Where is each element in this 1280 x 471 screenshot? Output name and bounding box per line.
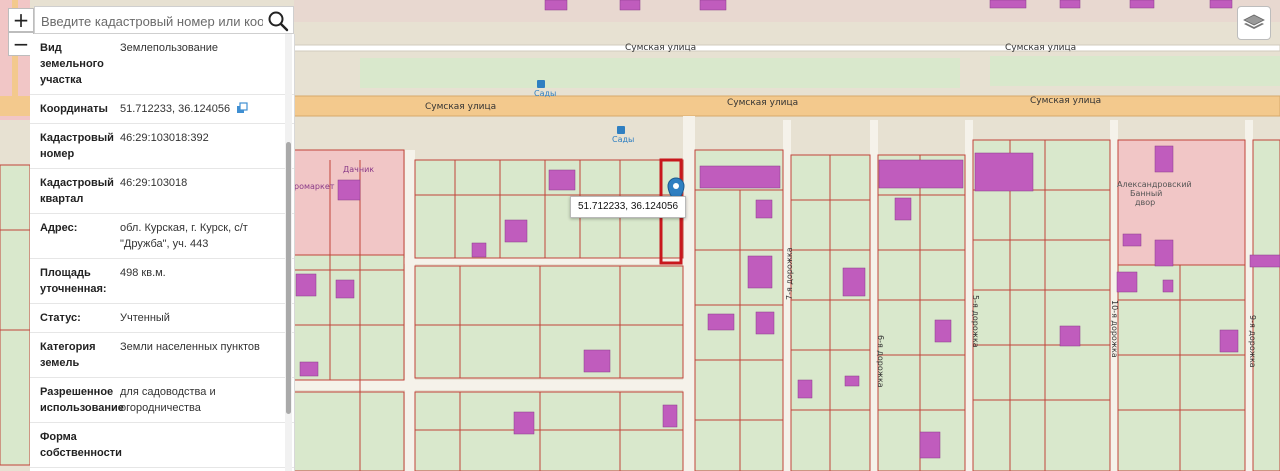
street-label: Сумская улица bbox=[425, 102, 496, 112]
info-row-permitted-use: Разрешенное использование для садоводств… bbox=[30, 378, 294, 423]
zoom-in-button[interactable]: + bbox=[8, 8, 34, 32]
lane-label: 5-я дорожка bbox=[971, 295, 980, 348]
layers-icon bbox=[1243, 14, 1265, 29]
info-row-cadastral-number: Кадастровый номер 46:29:103018:392 bbox=[30, 124, 294, 169]
poi-label: Сады bbox=[612, 135, 634, 144]
info-row-status: Статус: Учтенный bbox=[30, 304, 294, 333]
info-key: Адрес: bbox=[40, 222, 78, 234]
info-row-ownership: Форма собственности bbox=[30, 423, 294, 468]
poi-label: Дачник bbox=[343, 165, 374, 174]
lane-label: 6-я дорожка bbox=[876, 335, 885, 388]
info-value: Учтенный bbox=[120, 312, 170, 324]
poi-label: двор bbox=[1135, 198, 1155, 207]
info-row-cadastral-quarter: Кадастровый квартал 46:29:103018 bbox=[30, 169, 294, 214]
info-key: Разрешенное использование bbox=[40, 386, 124, 414]
info-key: Вид земельного участка bbox=[40, 42, 104, 86]
bus-stop-icon[interactable] bbox=[617, 126, 625, 134]
info-key: Категория земель bbox=[40, 341, 96, 369]
info-value-wrapper: 51.712233, 36.124056 bbox=[118, 101, 280, 117]
coordinate-popup: 51.712233, 36.124056 bbox=[570, 196, 687, 218]
layers-button[interactable] bbox=[1237, 6, 1271, 40]
poi-label: Александровский bbox=[1117, 180, 1192, 189]
info-key: Форма собственности bbox=[40, 431, 122, 459]
info-value: 46:29:103018 bbox=[120, 177, 188, 189]
search-bar bbox=[34, 6, 294, 34]
block-h bbox=[877, 154, 966, 471]
block-b bbox=[414, 265, 684, 379]
info-key: Кадастровый квартал bbox=[40, 177, 114, 205]
block-e bbox=[293, 391, 405, 471]
bus-stop-icon[interactable] bbox=[537, 80, 545, 88]
lane-label: 9-я дорожка bbox=[1248, 315, 1257, 368]
poi-label: Банный bbox=[1130, 189, 1162, 198]
info-value: Земли населенных пунктов bbox=[120, 341, 260, 353]
info-value bbox=[118, 429, 280, 461]
map-garden-zone bbox=[0, 164, 31, 466]
lane-west bbox=[405, 150, 415, 471]
search-icon[interactable] bbox=[267, 10, 289, 32]
info-key: Кадастровый номер bbox=[40, 132, 114, 160]
info-key: Площадь уточненная: bbox=[40, 267, 107, 295]
info-value: 498 кв.м. bbox=[120, 267, 166, 279]
street-label: Сумская улица bbox=[727, 98, 798, 108]
map-green-strip-right bbox=[990, 56, 1280, 86]
street-label: Сумская улица bbox=[625, 43, 696, 53]
lane-9 bbox=[1245, 120, 1253, 471]
street-label: Сумская улица bbox=[1030, 96, 1101, 106]
info-value: 46:29:103018:392 bbox=[120, 132, 209, 144]
block-k bbox=[1252, 139, 1280, 471]
info-key: Координаты bbox=[40, 103, 108, 115]
info-row-land-category: Категория земель Земли населенных пункто… bbox=[30, 333, 294, 378]
lane-label: 10-я дорожка bbox=[1110, 300, 1119, 358]
sumskaya-street-north bbox=[293, 44, 1280, 52]
search-input[interactable] bbox=[39, 10, 265, 32]
parcel-info-panel: Вид земельного участка Землепользование … bbox=[30, 34, 295, 471]
info-row-coordinates: Координаты 51.712233, 36.124056 bbox=[30, 95, 294, 124]
info-row-address: Адрес: обл. Курская, г. Курск, с/т "Друж… bbox=[30, 214, 294, 259]
info-value: обл. Курская, г. Курск, с/т "Дружба", уч… bbox=[120, 222, 248, 250]
lane-central bbox=[683, 116, 695, 471]
lane-6 bbox=[870, 120, 878, 471]
info-row-area: Площадь уточненная: 498 кв.м. bbox=[30, 259, 294, 304]
lane-label: 7-я дорожка bbox=[785, 247, 794, 300]
info-value: Землепользование bbox=[120, 42, 219, 54]
map-green-strip bbox=[360, 58, 960, 88]
info-row-land-type: Вид земельного участка Землепользование bbox=[30, 34, 294, 95]
info-key: Статус: bbox=[40, 312, 81, 324]
poi-label: Сады bbox=[534, 89, 556, 98]
scrollbar-thumb[interactable] bbox=[286, 142, 291, 414]
info-value: для садоводства и огородничества bbox=[120, 386, 216, 414]
scrollbar[interactable] bbox=[285, 34, 292, 471]
copy-icon[interactable] bbox=[236, 102, 248, 114]
block-f bbox=[694, 149, 784, 471]
street-label: Сумская улица bbox=[1005, 43, 1076, 53]
info-value: 51.712233, 36.124056 bbox=[120, 103, 231, 115]
block-c bbox=[414, 391, 684, 471]
lane-10 bbox=[1110, 120, 1118, 471]
poi-label: ромаркет bbox=[294, 182, 335, 191]
